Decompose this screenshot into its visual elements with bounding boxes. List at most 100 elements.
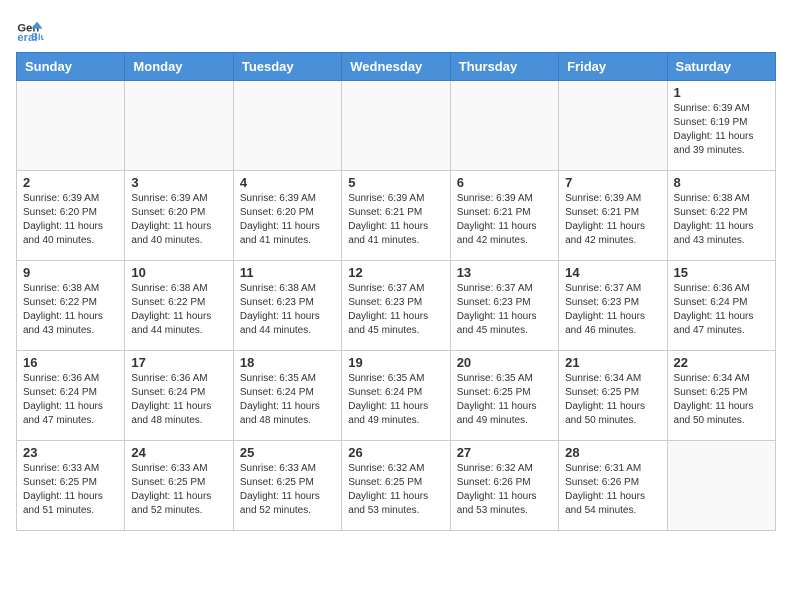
calendar-cell: 8 Sunrise: 6:38 AM Sunset: 6:22 PM Daylig… <box>667 171 775 261</box>
calendar-cell: 3 Sunrise: 6:39 AM Sunset: 6:20 PM Daylig… <box>125 171 233 261</box>
calendar-cell <box>233 81 341 171</box>
calendar-cell <box>342 81 450 171</box>
week-row-1: 1 Sunrise: 6:39 AM Sunset: 6:19 PM Daylig… <box>17 81 776 171</box>
day-info: Sunrise: 6:33 AM Sunset: 6:25 PM Dayligh… <box>240 462 335 518</box>
weekday-header-tuesday: Tuesday <box>233 53 341 81</box>
day-number: 25 <box>240 445 335 460</box>
calendar-cell <box>559 81 667 171</box>
day-number: 1 <box>674 85 769 100</box>
calendar-cell: 28 Sunrise: 6:31 AM Sunset: 6:26 PM Dayli… <box>559 441 667 531</box>
day-number: 5 <box>348 175 443 190</box>
day-info: Sunrise: 6:38 AM Sunset: 6:23 PM Dayligh… <box>240 282 335 338</box>
day-number: 7 <box>565 175 660 190</box>
calendar-cell: 20 Sunrise: 6:35 AM Sunset: 6:25 PM Dayli… <box>450 351 558 441</box>
day-info: Sunrise: 6:38 AM Sunset: 6:22 PM Dayligh… <box>23 282 118 338</box>
day-info: Sunrise: 6:32 AM Sunset: 6:25 PM Dayligh… <box>348 462 443 518</box>
logo-icon: Gen eral Blue <box>16 16 44 44</box>
weekday-header-saturday: Saturday <box>667 53 775 81</box>
weekday-header-thursday: Thursday <box>450 53 558 81</box>
day-number: 12 <box>348 265 443 280</box>
calendar-cell: 22 Sunrise: 6:34 AM Sunset: 6:25 PM Dayli… <box>667 351 775 441</box>
calendar-cell: 18Sunrise: 6:35 AM Sunset: 6:24 PM Dayli… <box>233 351 341 441</box>
day-info: Sunrise: 6:38 AM Sunset: 6:22 PM Dayligh… <box>131 282 226 338</box>
day-number: 16 <box>23 355 118 370</box>
calendar-cell: 16 Sunrise: 6:36 AM Sunset: 6:24 PM Dayli… <box>17 351 125 441</box>
weekday-header-sunday: Sunday <box>17 53 125 81</box>
calendar-cell <box>667 441 775 531</box>
day-info: Sunrise: 6:33 AM Sunset: 6:25 PM Dayligh… <box>131 462 226 518</box>
day-number: 8 <box>674 175 769 190</box>
day-info: Sunrise: 6:35 AM Sunset: 6:24 PM Dayligh… <box>348 372 443 428</box>
day-number: 20 <box>457 355 552 370</box>
day-info: Sunrise: 6:35 AM Sunset: 6:25 PM Dayligh… <box>457 372 552 428</box>
day-info: Sunrise: 6:34 AM Sunset: 6:25 PM Dayligh… <box>565 372 660 428</box>
day-info: Sunrise: 6:39 AM Sunset: 6:20 PM Dayligh… <box>23 192 118 248</box>
day-number: 4 <box>240 175 335 190</box>
day-info: Sunrise: 6:38 AM Sunset: 6:22 PM Dayligh… <box>674 192 769 248</box>
day-number: 26 <box>348 445 443 460</box>
calendar-cell: 13Sunrise: 6:37 AM Sunset: 6:23 PM Dayli… <box>450 261 558 351</box>
day-number: 23 <box>23 445 118 460</box>
day-info: Sunrise: 6:37 AM Sunset: 6:23 PM Dayligh… <box>457 282 552 338</box>
calendar-cell: 5 Sunrise: 6:39 AM Sunset: 6:21 PM Daylig… <box>342 171 450 261</box>
calendar-cell: 17 Sunrise: 6:36 AM Sunset: 6:24 PM Dayli… <box>125 351 233 441</box>
day-number: 6 <box>457 175 552 190</box>
calendar-cell: 7 Sunrise: 6:39 AM Sunset: 6:21 PM Daylig… <box>559 171 667 261</box>
calendar-cell: 26 Sunrise: 6:32 AM Sunset: 6:25 PM Dayli… <box>342 441 450 531</box>
day-info: Sunrise: 6:39 AM Sunset: 6:21 PM Dayligh… <box>348 192 443 248</box>
week-row-3: 9 Sunrise: 6:38 AM Sunset: 6:22 PM Daylig… <box>17 261 776 351</box>
calendar: SundayMondayTuesdayWednesdayThursdayFrid… <box>16 52 776 531</box>
day-number: 15 <box>674 265 769 280</box>
calendar-cell: 11 Sunrise: 6:38 AM Sunset: 6:23 PM Dayli… <box>233 261 341 351</box>
calendar-cell <box>125 81 233 171</box>
day-number: 22 <box>674 355 769 370</box>
day-info: Sunrise: 6:32 AM Sunset: 6:26 PM Dayligh… <box>457 462 552 518</box>
calendar-cell: 24 Sunrise: 6:33 AM Sunset: 6:25 PM Dayli… <box>125 441 233 531</box>
day-number: 10 <box>131 265 226 280</box>
day-info: Sunrise: 6:39 AM Sunset: 6:20 PM Dayligh… <box>131 192 226 248</box>
day-number: 3 <box>131 175 226 190</box>
weekday-header-monday: Monday <box>125 53 233 81</box>
calendar-header-row: SundayMondayTuesdayWednesdayThursdayFrid… <box>17 53 776 81</box>
day-number: 14 <box>565 265 660 280</box>
page-header: Gen eral Blue <box>16 16 776 44</box>
day-info: Sunrise: 6:36 AM Sunset: 6:24 PM Dayligh… <box>131 372 226 428</box>
day-info: Sunrise: 6:39 AM Sunset: 6:21 PM Dayligh… <box>457 192 552 248</box>
day-number: 21 <box>565 355 660 370</box>
day-number: 2 <box>23 175 118 190</box>
day-number: 28 <box>565 445 660 460</box>
day-number: 9 <box>23 265 118 280</box>
day-info: Sunrise: 6:37 AM Sunset: 6:23 PM Dayligh… <box>348 282 443 338</box>
day-info: Sunrise: 6:39 AM Sunset: 6:19 PM Dayligh… <box>674 102 769 158</box>
calendar-cell <box>17 81 125 171</box>
day-info: Sunrise: 6:39 AM Sunset: 6:20 PM Dayligh… <box>240 192 335 248</box>
day-number: 24 <box>131 445 226 460</box>
day-info: Sunrise: 6:36 AM Sunset: 6:24 PM Dayligh… <box>674 282 769 338</box>
calendar-cell: 21 Sunrise: 6:34 AM Sunset: 6:25 PM Dayli… <box>559 351 667 441</box>
calendar-cell: 9 Sunrise: 6:38 AM Sunset: 6:22 PM Daylig… <box>17 261 125 351</box>
calendar-cell: 2 Sunrise: 6:39 AM Sunset: 6:20 PM Daylig… <box>17 171 125 261</box>
calendar-cell: 14 Sunrise: 6:37 AM Sunset: 6:23 PM Dayli… <box>559 261 667 351</box>
day-info: Sunrise: 6:33 AM Sunset: 6:25 PM Dayligh… <box>23 462 118 518</box>
svg-text:Blue: Blue <box>31 32 44 42</box>
calendar-cell: 19Sunrise: 6:35 AM Sunset: 6:24 PM Dayli… <box>342 351 450 441</box>
day-number: 11 <box>240 265 335 280</box>
day-info: Sunrise: 6:37 AM Sunset: 6:23 PM Dayligh… <box>565 282 660 338</box>
calendar-cell <box>450 81 558 171</box>
calendar-cell: 15 Sunrise: 6:36 AM Sunset: 6:24 PM Dayli… <box>667 261 775 351</box>
week-row-4: 16 Sunrise: 6:36 AM Sunset: 6:24 PM Dayli… <box>17 351 776 441</box>
day-info: Sunrise: 6:39 AM Sunset: 6:21 PM Dayligh… <box>565 192 660 248</box>
day-info: Sunrise: 6:36 AM Sunset: 6:24 PM Dayligh… <box>23 372 118 428</box>
day-info: Sunrise: 6:34 AM Sunset: 6:25 PM Dayligh… <box>674 372 769 428</box>
day-number: 18 <box>240 355 335 370</box>
weekday-header-friday: Friday <box>559 53 667 81</box>
day-info: Sunrise: 6:31 AM Sunset: 6:26 PM Dayligh… <box>565 462 660 518</box>
calendar-cell: 4 Sunrise: 6:39 AM Sunset: 6:20 PM Daylig… <box>233 171 341 261</box>
weekday-header-wednesday: Wednesday <box>342 53 450 81</box>
day-number: 27 <box>457 445 552 460</box>
day-number: 17 <box>131 355 226 370</box>
calendar-cell: 25 Sunrise: 6:33 AM Sunset: 6:25 PM Dayli… <box>233 441 341 531</box>
calendar-cell: 6 Sunrise: 6:39 AM Sunset: 6:21 PM Daylig… <box>450 171 558 261</box>
calendar-cell: 27 Sunrise: 6:32 AM Sunset: 6:26 PM Dayli… <box>450 441 558 531</box>
logo: Gen eral Blue <box>16 16 48 44</box>
